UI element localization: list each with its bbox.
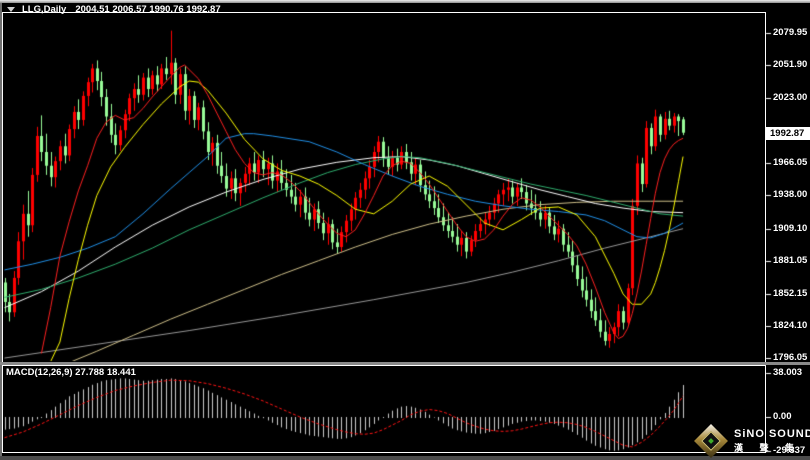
price-tick-label: 1966.05 (773, 157, 808, 168)
chart-header: LLG,Daily 2004.51 2006.57 1990.76 1992.8… (7, 4, 221, 15)
chart-canvas[interactable] (0, 0, 810, 460)
trading-chart-window: LLG,Daily 2004.51 2006.57 1990.76 1992.8… (0, 0, 810, 460)
panel-resize-handle[interactable] (0, 362, 810, 365)
macd-tick-label: 38.003 (773, 367, 803, 378)
macd-indicator-label: MACD(12,26,9) 27.788 18.441 (6, 367, 136, 378)
window-left-edge (0, 3, 2, 460)
price-tick-label: 1909.10 (773, 223, 808, 234)
macd-tick-label: 0.00 (773, 411, 792, 422)
window-top-edge (0, 0, 810, 3)
brand-name-cjk: 漢 聲 集 團 (734, 443, 810, 453)
current-price-tag: 1992.87 (766, 127, 810, 140)
price-tick-label: 1796.05 (773, 352, 808, 363)
price-tick-label: 2023.00 (773, 92, 808, 103)
price-tick-label: 2051.90 (773, 59, 808, 70)
price-tick-label: 1938.00 (773, 189, 808, 200)
window-bottom-edge (0, 456, 810, 460)
collapse-triangle-icon[interactable] (7, 7, 15, 12)
brand-watermark: SiNO SOUND 漢 聲 集 團 (694, 424, 810, 458)
price-tick-label: 1824.10 (773, 320, 808, 331)
diamond-logo-icon (694, 424, 728, 458)
price-tick-label: 1881.05 (773, 255, 808, 266)
brand-name: SiNO SOUND (734, 428, 810, 440)
symbol-timeframe-label: LLG,Daily (22, 4, 67, 15)
price-tick-label: 2079.95 (773, 27, 808, 38)
ohlc-quote: 2004.51 2006.57 1990.76 1992.87 (75, 4, 221, 15)
price-tick-label: 1852.15 (773, 288, 808, 299)
